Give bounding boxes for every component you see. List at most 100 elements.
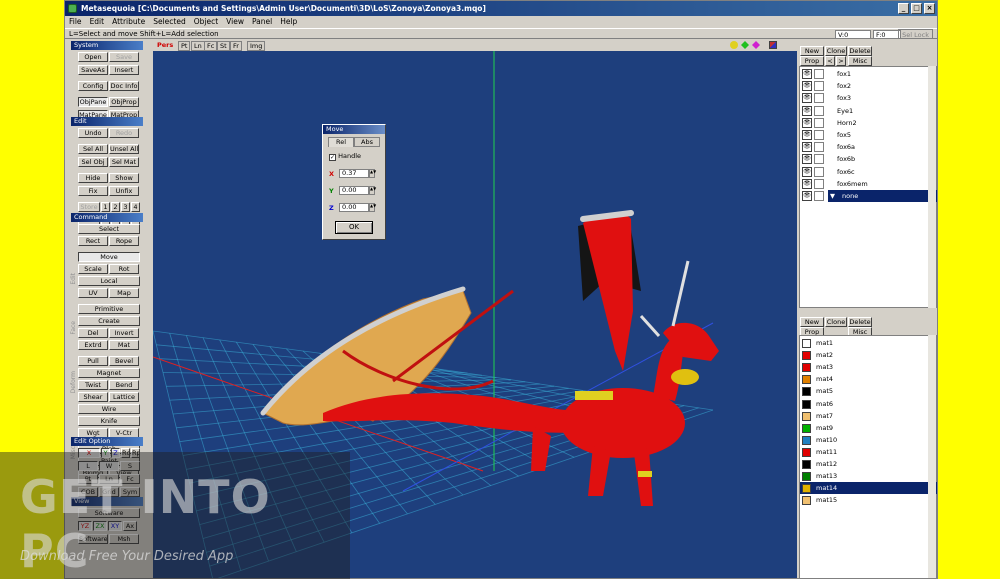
view-tab-fr[interactable]: Fr [230, 41, 242, 51]
eye-icon[interactable]: 👁 [802, 130, 812, 140]
select-button[interactable]: Select [78, 224, 140, 234]
menu-object[interactable]: Object [190, 16, 222, 28]
object-row[interactable]: 👁 fox1 [800, 68, 937, 80]
unsel-all-button[interactable]: Unsel All [109, 144, 139, 154]
object-row[interactable]: 👁 fox6mem [800, 178, 937, 190]
rot-button[interactable]: Rot [109, 264, 139, 274]
object-row[interactable]: 👁 fox3 [800, 92, 937, 104]
extrd-button[interactable]: Extrd [78, 340, 108, 350]
menu-panel[interactable]: Panel [248, 16, 276, 28]
twist-button[interactable]: Twist [78, 380, 108, 390]
zoom-view-icon[interactable] [769, 41, 777, 49]
eye-icon[interactable]: 👁 [802, 93, 812, 104]
uv-button[interactable]: UV [78, 288, 108, 298]
object-row[interactable]: 👁 fox6c [800, 166, 937, 178]
clone-button[interactable]: Clone [825, 317, 847, 327]
axis-x-input[interactable]: 0.37 [339, 169, 369, 178]
menu-help[interactable]: Help [276, 16, 301, 28]
tab-abs[interactable]: Abs [354, 137, 380, 147]
del-button[interactable]: Del [78, 328, 108, 338]
menu-selected[interactable]: Selected [149, 16, 190, 28]
menu-file[interactable]: File [65, 16, 86, 28]
view-tab-img[interactable]: Img [247, 41, 266, 51]
3-button[interactable]: 3 [121, 202, 130, 212]
unfix-button[interactable]: Unfix [109, 186, 139, 196]
material-row[interactable]: mat3 [800, 361, 937, 373]
objpane-button[interactable]: ObjPane [78, 97, 108, 107]
object-row[interactable]: 👁 Eye1 [800, 105, 937, 117]
insert-button[interactable]: Insert [109, 65, 139, 75]
save-button[interactable]: Save [109, 52, 139, 62]
lock-toggle[interactable] [814, 191, 824, 201]
lock-toggle[interactable] [814, 154, 824, 165]
material-row[interactable]: mat15 [800, 494, 937, 506]
bend-button[interactable]: Bend [109, 380, 139, 390]
axis-z-spinner[interactable]: ▲▼ [369, 203, 376, 212]
sel-obj-button[interactable]: Sel Obj [78, 157, 108, 167]
maximize-button[interactable]: □ [911, 3, 922, 14]
bevel-button[interactable]: Bevel [109, 356, 139, 366]
prev-button[interactable]: < [825, 56, 835, 66]
lock-toggle[interactable] [814, 93, 824, 104]
menu-attribute[interactable]: Attribute [108, 16, 149, 28]
object-row[interactable]: 👁 fox2 [800, 80, 937, 92]
object-row[interactable]: 👁 fox6b [800, 153, 937, 165]
4-button[interactable]: 4 [131, 202, 140, 212]
material-row[interactable]: mat6 [800, 398, 937, 410]
material-row[interactable]: mat7 [800, 410, 937, 422]
clone-button[interactable]: Clone [825, 46, 847, 56]
menu-view[interactable]: View [222, 16, 248, 28]
close-button[interactable]: × [924, 3, 935, 14]
menu-edit[interactable]: Edit [86, 16, 109, 28]
2-button[interactable]: 2 [111, 202, 120, 212]
sel-mat-button[interactable]: Sel Mat [109, 157, 139, 167]
rotate-view-icon[interactable] [752, 41, 760, 49]
eye-icon[interactable]: 👁 [802, 166, 812, 177]
eye-icon[interactable]: 👁 [802, 117, 812, 128]
local-button[interactable]: Local [78, 276, 140, 286]
axis-y-spinner[interactable]: ▲▼ [369, 186, 376, 195]
misc-button[interactable]: Misc [848, 56, 872, 66]
objprop-button[interactable]: ObjProp [109, 97, 139, 107]
lock-toggle[interactable] [814, 142, 824, 153]
handle-checkbox[interactable]: ✓ [329, 154, 336, 161]
material-row[interactable]: mat13 [800, 470, 937, 482]
prop-button[interactable]: Prop [800, 56, 824, 66]
scale-button[interactable]: Scale [78, 264, 108, 274]
axis-y-input[interactable]: 0.00 [339, 186, 369, 195]
object-row[interactable]: 👁 Horn2 [800, 117, 937, 129]
lattice-button[interactable]: Lattice [109, 392, 139, 402]
rect-button[interactable]: Rect [78, 236, 108, 246]
view-tab-ln[interactable]: Ln [191, 41, 205, 51]
magnet-button[interactable]: Magnet [78, 368, 140, 378]
move-button[interactable]: Move [78, 252, 140, 262]
pull-button[interactable]: Pull [78, 356, 108, 366]
rope-button[interactable]: Rope [109, 236, 139, 246]
material-row[interactable]: mat2 [800, 349, 937, 361]
object-row[interactable]: 👁 ▼ none [800, 190, 937, 202]
lock-toggle[interactable] [814, 166, 824, 177]
material-scrollbar[interactable] [928, 335, 936, 578]
material-row[interactable]: mat4 [800, 373, 937, 385]
material-row[interactable]: mat5 [800, 385, 937, 397]
delete-button[interactable]: Delete [848, 317, 872, 327]
collapse-arrow-icon[interactable]: ▼ [830, 190, 835, 202]
material-row[interactable]: mat14 [800, 482, 937, 495]
light-icon[interactable] [730, 41, 738, 49]
primitive-button[interactable]: Primitive [78, 304, 140, 314]
lock-toggle[interactable] [814, 117, 824, 128]
invert-button[interactable]: Invert [109, 328, 139, 338]
lock-toggle[interactable] [814, 178, 824, 189]
lock-toggle[interactable] [814, 81, 824, 92]
eye-icon[interactable]: 👁 [802, 69, 812, 79]
delete-button[interactable]: Delete [848, 46, 872, 56]
object-row[interactable]: 👁 fox5 [800, 129, 937, 141]
eye-icon[interactable]: 👁 [802, 191, 812, 201]
eye-icon[interactable]: 👁 [802, 178, 812, 189]
shear-button[interactable]: Shear [78, 392, 108, 402]
move-view-icon[interactable] [741, 41, 749, 49]
open-button[interactable]: Open [78, 52, 108, 62]
map-button[interactable]: Map [109, 288, 139, 298]
knife-button[interactable]: Knife [78, 416, 140, 426]
object-row[interactable]: 👁 fox6a [800, 141, 937, 153]
